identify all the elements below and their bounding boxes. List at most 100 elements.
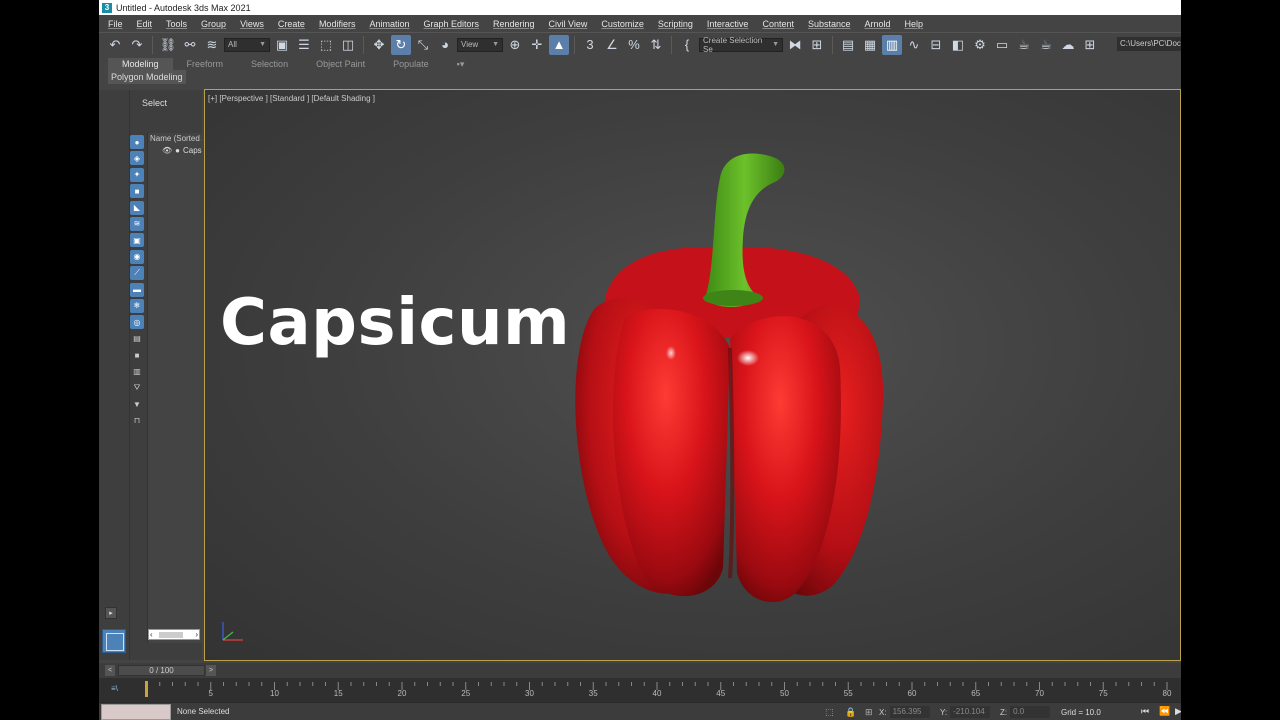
display-lights-icon[interactable]: ✦ <box>130 167 144 182</box>
keyboard-shortcut-override-icon[interactable]: ▲ <box>549 34 569 55</box>
time-cursor[interactable] <box>145 681 148 697</box>
window-crossing-icon[interactable]: ◫ <box>338 35 358 55</box>
scene-explorer-toggle-icon[interactable]: ▥ <box>882 34 902 55</box>
absolute-mode-icon[interactable]: ⊞ <box>865 707 873 718</box>
menu-interactive[interactable]: Interactive <box>707 19 749 29</box>
isolate-selection-icon[interactable]: ⬚ <box>825 707 834 718</box>
expand-panel-icon[interactable]: ▸ <box>105 607 117 619</box>
redo-icon[interactable]: ↷ <box>127 35 147 55</box>
curve-editor-icon[interactable]: ∿ <box>904 35 924 55</box>
eye-icon[interactable]: 👁 <box>162 146 172 155</box>
menu-modifiers[interactable]: Modifiers <box>319 19 356 29</box>
display-spacewarps-icon[interactable]: ≋ <box>130 216 144 231</box>
move-icon[interactable]: ✥ <box>369 35 389 55</box>
render-setup-icon[interactable]: ⚙ <box>970 35 990 55</box>
menu-views[interactable]: Views <box>240 19 264 29</box>
menu-arnold[interactable]: Arnold <box>865 19 891 29</box>
tab-modeling[interactable]: Modeling <box>108 57 173 70</box>
spinner-snap-icon[interactable]: ⇅ <box>646 35 666 55</box>
filter-icon[interactable]: ⛛ <box>130 381 144 395</box>
selection-set-icon[interactable]: ⊓ <box>130 414 144 428</box>
selection-filter-dropdown[interactable]: All ▼ <box>224 37 270 52</box>
percent-snap-icon[interactable]: % <box>624 35 644 55</box>
display-all-icon[interactable]: ▤ <box>130 332 144 346</box>
maxscript-listener[interactable] <box>101 704 171 720</box>
mirror-icon[interactable]: ⧓ <box>785 35 805 55</box>
display-cameras-icon[interactable]: ■ <box>130 184 144 199</box>
schematic-view-icon[interactable]: ⊟ <box>926 35 946 55</box>
toggle-ribbon-icon[interactable]: ▦ <box>860 35 880 55</box>
display-containers-icon[interactable]: ▬ <box>130 282 144 297</box>
menu-animation[interactable]: Animation <box>369 19 409 29</box>
select-by-name-icon[interactable]: ☰ <box>294 35 314 55</box>
previous-key-icon[interactable]: ⏪ <box>1159 706 1170 717</box>
select-manipulate-icon[interactable]: ✛ <box>527 35 547 55</box>
scroll-right-icon[interactable]: › <box>195 630 198 639</box>
track-bar-menu-icon[interactable]: ≡\ <box>111 684 118 693</box>
menu-content[interactable]: Content <box>762 19 794 29</box>
workspace-grid-icon[interactable]: ⊞ <box>1080 35 1100 55</box>
display-geometry-icon[interactable]: ● <box>130 135 144 149</box>
play-icon[interactable]: ▶ <box>1175 706 1181 717</box>
scrollbar-thumb[interactable] <box>159 632 183 638</box>
menu-help[interactable]: Help <box>905 19 924 29</box>
display-hidden-icon[interactable]: ◎ <box>130 315 144 330</box>
menu-tools[interactable]: Tools <box>166 19 187 29</box>
layer-explorer-icon[interactable]: ▤ <box>838 35 858 55</box>
reference-coord-dropdown[interactable]: View ▼ <box>457 37 503 52</box>
scale-icon[interactable]: ⤡ <box>413 35 433 55</box>
menu-group[interactable]: Group <box>201 19 226 29</box>
viewport-label-menu[interactable]: [+] [Perspective ] [Standard ] [Default … <box>208 94 375 103</box>
scroll-left-icon[interactable]: ‹ <box>150 630 153 639</box>
menu-scripting[interactable]: Scripting <box>658 19 693 29</box>
edit-named-selection-icon[interactable]: { <box>677 35 697 55</box>
display-shapes-icon[interactable]: ◈ <box>130 151 144 166</box>
next-frame-button[interactable]: > <box>206 665 216 676</box>
menu-rendering[interactable]: Rendering <box>493 19 535 29</box>
tab-object-paint[interactable]: Object Paint <box>302 58 379 70</box>
bind-spacewarp-icon[interactable]: ≋ <box>202 35 222 55</box>
unlink-icon[interactable]: ⚯ <box>180 35 200 55</box>
name-column-header[interactable]: Name (Sorted Ascending) <box>148 133 202 144</box>
coord-z-field[interactable]: 0.0 <box>1010 706 1051 718</box>
link-icon[interactable]: ⛓ <box>158 35 178 55</box>
pivot-icon[interactable]: ⊕ <box>505 35 525 55</box>
named-selection-dropdown[interactable]: Create Selection Se ▼ <box>699 36 783 54</box>
snap-3d-icon[interactable]: 3 <box>580 35 600 55</box>
project-path-field[interactable]: C:\Users\PC\Docu <box>1117 37 1181 51</box>
tab-populate[interactable]: Populate <box>379 58 443 70</box>
scene-explorer-select-menu[interactable]: Select <box>142 98 167 108</box>
filter-active-icon[interactable]: ▼ <box>130 397 144 411</box>
time-slider[interactable]: 0 / 100 <box>118 665 205 676</box>
menu-create[interactable]: Create <box>278 19 305 29</box>
invert-display-icon[interactable]: ▥ <box>130 364 144 378</box>
track-bar[interactable]: ≡\ 5 10 15 20 25 30 35 40 45 50 55 60 65 70 75 80 <box>99 678 1181 702</box>
menu-civil-view[interactable]: Civil View <box>549 19 588 29</box>
align-icon[interactable]: ⊞ <box>807 35 827 55</box>
ribbon-panel-polygon-modeling[interactable]: Polygon Modeling <box>108 70 186 84</box>
rect-region-icon[interactable]: ⬚ <box>316 35 336 55</box>
display-frozen-icon[interactable]: ❄ <box>130 298 144 313</box>
render-active-icon[interactable]: ☕ <box>1036 35 1056 55</box>
display-xrefs-icon[interactable]: ◉ <box>130 249 144 264</box>
layer-toggle-icon[interactable] <box>102 629 126 653</box>
menu-substance[interactable]: Substance <box>808 19 851 29</box>
menu-customize[interactable]: Customize <box>601 19 644 29</box>
tab-freeform[interactable]: Freeform <box>173 58 238 70</box>
ribbon-options-icon[interactable]: ▪▾ <box>443 58 479 70</box>
menu-file[interactable]: File <box>108 19 123 29</box>
render-cloud-icon[interactable]: ☁ <box>1058 35 1078 55</box>
display-none-icon[interactable]: ■ <box>130 348 144 362</box>
go-to-start-icon[interactable]: ⏮ <box>1141 706 1149 717</box>
tab-selection[interactable]: Selection <box>237 58 302 70</box>
undo-icon[interactable]: ↶ <box>105 35 125 55</box>
selection-lock-icon[interactable]: 🔒 <box>845 707 856 718</box>
rendered-frame-icon[interactable]: ▭ <box>992 35 1012 55</box>
capsicum-3d-model[interactable] <box>565 148 885 608</box>
list-item[interactable]: 👁 ● Capsicum <box>148 144 202 155</box>
render-icon[interactable]: ☕ <box>1014 35 1034 55</box>
menu-edit[interactable]: Edit <box>137 19 153 29</box>
rotate-icon[interactable]: ↻ <box>391 34 411 55</box>
perspective-viewport[interactable]: [+] [Perspective ] [Standard ] [Default … <box>204 89 1181 661</box>
angle-snap-icon[interactable]: ∠ <box>602 35 622 55</box>
